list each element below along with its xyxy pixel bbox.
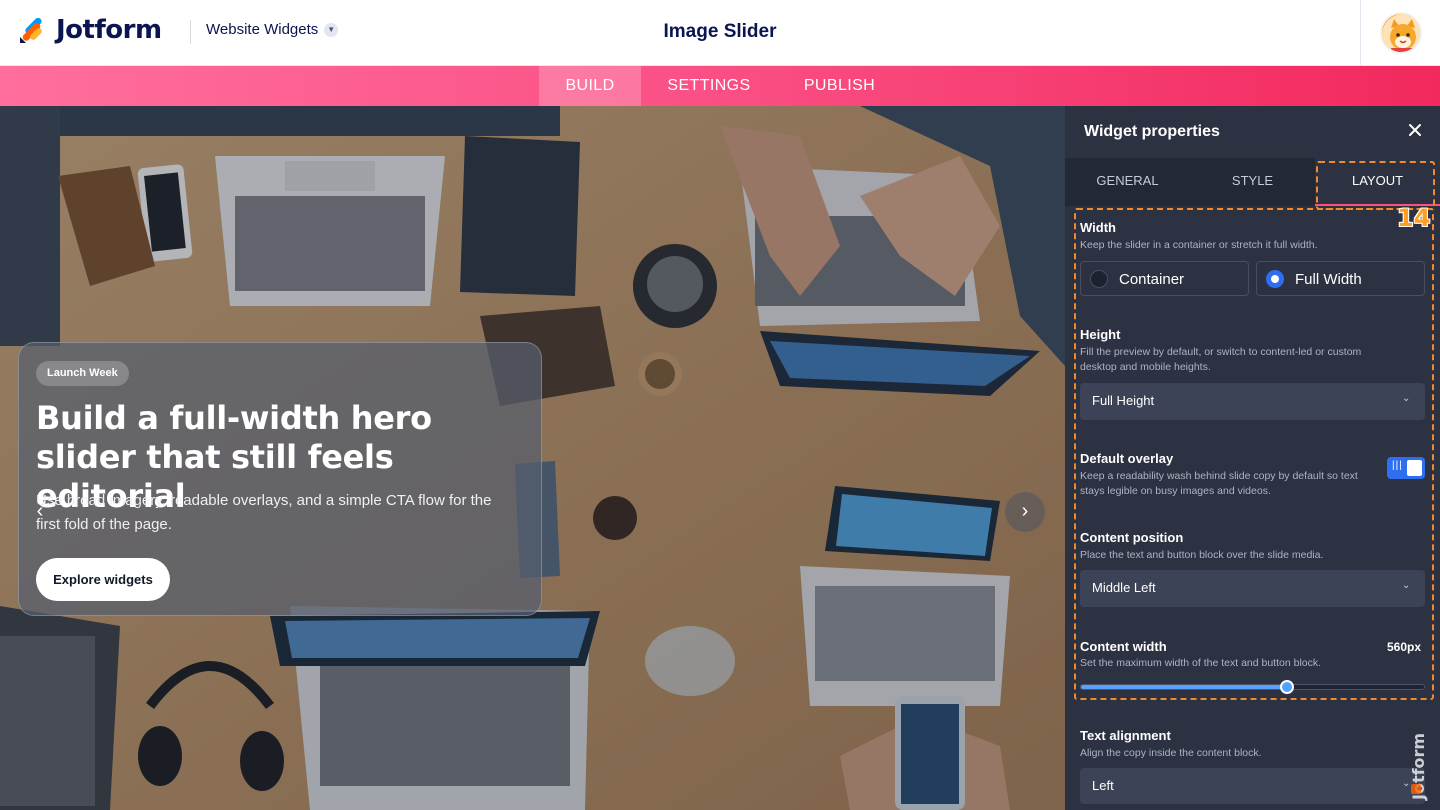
jotform-watermark-logo: Jotform: [1408, 692, 1430, 802]
width-option-full-label: Full Width: [1295, 271, 1362, 288]
height-desc: Fill the preview by default, or switch t…: [1080, 346, 1362, 373]
slide-content-card: Launch Week Build a full-width hero slid…: [18, 342, 542, 616]
tab-build[interactable]: BUILD: [539, 66, 641, 106]
product-switcher-label: Website Widgets: [206, 21, 319, 38]
toggle-lines-icon: |||: [1392, 460, 1403, 471]
chevron-down-icon: ⌄: [1402, 393, 1411, 404]
content-position-title: Content position: [1080, 530, 1184, 545]
tab-settings[interactable]: SETTINGS: [651, 66, 767, 106]
widget-properties-panel: Widget properties GENERAL STYLE LAYOUT 1…: [1065, 106, 1440, 810]
overlay-toggle[interactable]: |||: [1387, 457, 1425, 479]
top-header: Jotform Website Widgets ▼ Image Slider: [0, 0, 1440, 66]
width-option-container[interactable]: Container: [1080, 261, 1249, 296]
content-width-value: 560px: [1387, 640, 1422, 654]
tab-style[interactable]: STYLE: [1190, 158, 1315, 206]
explore-widgets-button[interactable]: Explore widgets: [36, 558, 170, 601]
panel-title: Widget properties: [1084, 123, 1220, 140]
product-switcher[interactable]: Website Widgets ▼: [206, 21, 339, 38]
content-position-value: Middle Left: [1092, 580, 1156, 595]
slide-badge: Launch Week: [36, 361, 129, 386]
chevron-down-icon: ⌄: [1402, 580, 1411, 591]
slider-fill: [1081, 685, 1287, 689]
panel-tabs: GENERAL STYLE LAYOUT: [1065, 158, 1440, 206]
width-title: Width: [1080, 220, 1116, 235]
slide-subtitle: Use broad imagery, readable overlays, an…: [36, 492, 492, 533]
content-width-slider[interactable]: [1080, 680, 1425, 694]
user-avatar[interactable]: [1380, 12, 1422, 54]
tab-layout[interactable]: LAYOUT: [1315, 158, 1440, 206]
radio-unselected-icon: [1090, 270, 1108, 288]
overlay-desc: Keep a readability wash behind slide cop…: [1080, 470, 1358, 497]
prev-slide-arrow-icon[interactable]: ‹: [20, 492, 60, 532]
width-option-container-label: Container: [1119, 271, 1185, 288]
builder-tabbar: BUILD SETTINGS PUBLISH: [0, 66, 1440, 106]
header-divider: [190, 20, 191, 44]
content-width-desc: Set the maximum width of the text and bu…: [1080, 657, 1322, 669]
height-select[interactable]: Full Height ⌄: [1080, 383, 1425, 420]
toggle-knob: [1407, 460, 1422, 476]
content-position-select[interactable]: Middle Left ⌄: [1080, 570, 1425, 607]
text-alignment-select[interactable]: Left ⌄: [1080, 768, 1425, 804]
chevron-down-icon: ▼: [324, 22, 339, 37]
tab-publish[interactable]: PUBLISH: [786, 66, 893, 106]
jotform-logo-icon: [18, 15, 48, 45]
brand-name: Jotform: [56, 15, 162, 45]
text-alignment-desc: Align the copy inside the content block.: [1080, 747, 1262, 759]
overlay-title: Default overlay: [1080, 451, 1174, 466]
slider-preview: Launch Week Build a full-width hero slid…: [0, 106, 1065, 810]
content-width-title: Content width: [1080, 639, 1167, 654]
width-desc: Keep the slider in a container or stretc…: [1080, 239, 1318, 251]
text-alignment-value: Left: [1092, 778, 1114, 793]
width-option-full[interactable]: Full Width: [1256, 261, 1425, 296]
next-slide-arrow-icon[interactable]: ›: [1005, 492, 1045, 532]
height-title: Height: [1080, 327, 1121, 342]
step-marker: 14: [1397, 204, 1431, 232]
slider-thumb[interactable]: [1280, 680, 1294, 694]
content-position-desc: Place the text and button block over the…: [1080, 549, 1324, 561]
header-separator: [1360, 0, 1361, 66]
height-select-value: Full Height: [1092, 393, 1155, 408]
close-icon[interactable]: [1405, 120, 1425, 140]
text-alignment-title: Text alignment: [1080, 728, 1171, 743]
radio-selected-icon: [1266, 270, 1284, 288]
jotform-logo[interactable]: Jotform: [18, 15, 162, 45]
tab-general[interactable]: GENERAL: [1065, 158, 1190, 206]
panel-header: Widget properties: [1065, 106, 1440, 158]
